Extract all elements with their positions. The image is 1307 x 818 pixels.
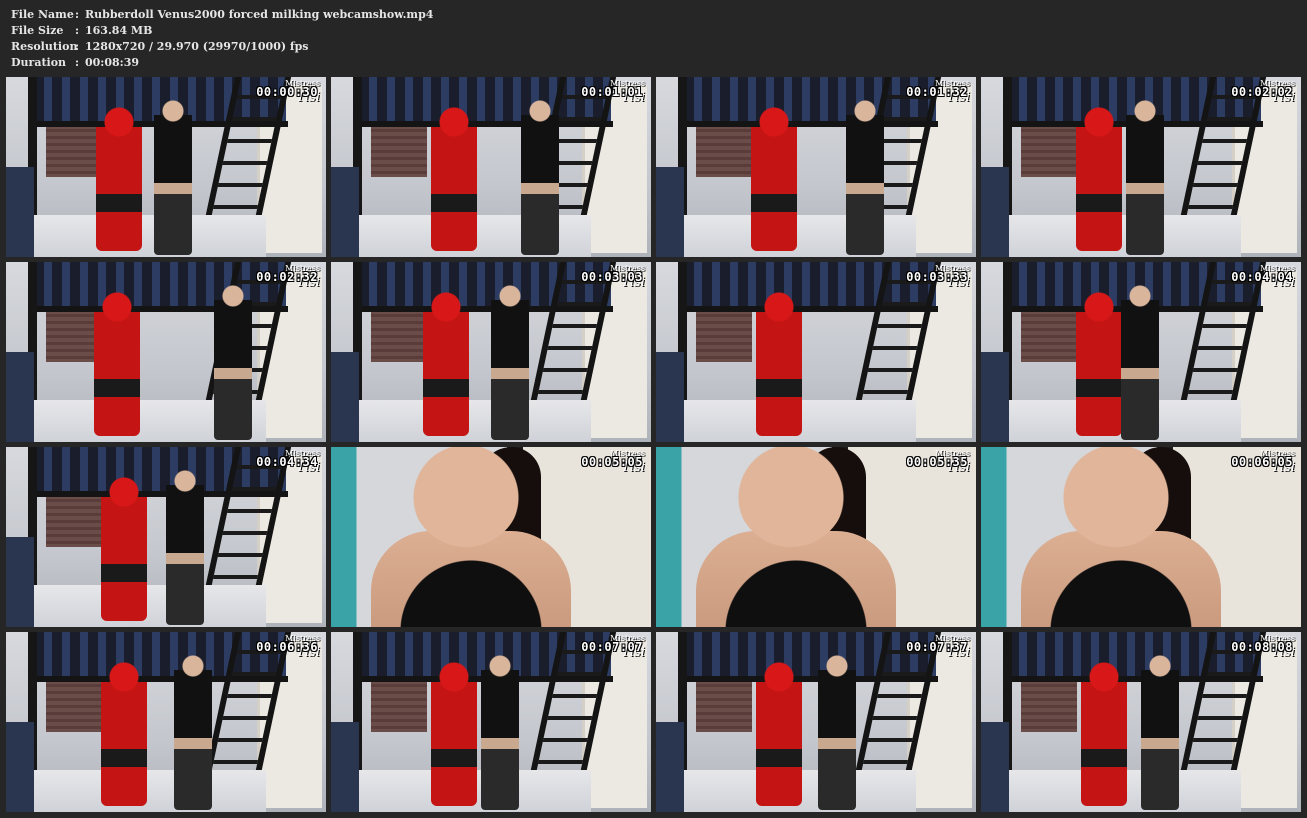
scene-pillow <box>981 722 1009 812</box>
video-thumbnail: Mistress Tisi 00:06:36 <box>6 632 326 812</box>
scene-person-red <box>431 101 477 251</box>
scene-person-red <box>423 286 469 436</box>
video-thumbnail: Mistress Tisi 00:04:04 <box>981 262 1301 442</box>
scene-pillow <box>981 352 1009 442</box>
thumbnail-timestamp: 00:06:05 <box>1231 455 1293 469</box>
info-value: 1280x720 / 29.970 (29970/1000) fps <box>85 40 309 53</box>
thumbnail-timestamp: 00:03:03 <box>581 270 643 284</box>
scene-person-red <box>1076 101 1122 251</box>
scene-pillow <box>331 352 359 442</box>
scene-person-red <box>1081 656 1127 806</box>
scene-person-dark <box>1121 280 1159 440</box>
info-value: 163.84 MB <box>85 24 153 37</box>
thumbnail-timestamp: 00:00:30 <box>256 85 318 99</box>
info-label: File Name <box>11 8 74 21</box>
video-thumbnail: Mistress Tisi 00:04:34 <box>6 447 326 627</box>
thumbnail-grid: Mistress Tisi 00:00:30 Mistress Tisi 00:01:01… <box>6 77 1301 812</box>
thumbnail-timestamp: 00:03:33 <box>906 270 968 284</box>
info-row-file-size: File Size : 163.84 MB <box>11 23 433 39</box>
scene-person-red <box>751 101 797 251</box>
video-thumbnail: Mistress Tisi 00:05:05 <box>331 447 651 627</box>
file-info-panel: File Name : Rubberdoll Venus2000 forced … <box>11 7 433 71</box>
video-thumbnail: Mistress Tisi 00:08:08 <box>981 632 1301 812</box>
thumbnail-timestamp: 00:08:08 <box>1231 640 1293 654</box>
scene-person-red <box>756 656 802 806</box>
info-row-duration: Duration : 00:08:39 <box>11 55 433 71</box>
scene-pillow <box>656 352 684 442</box>
info-value: Rubberdoll Venus2000 forced milking webc… <box>85 8 434 21</box>
thumbnail-timestamp: 00:05:35 <box>906 455 968 469</box>
info-value: 00:08:39 <box>85 56 140 69</box>
scene-person-red <box>1076 286 1122 436</box>
thumbnail-timestamp: 00:01:32 <box>906 85 968 99</box>
info-separator: : <box>75 8 80 21</box>
scene-person-dark <box>521 95 559 255</box>
scene-pillow <box>656 722 684 812</box>
info-label: Duration <box>11 56 67 69</box>
info-label: File Size <box>11 24 64 37</box>
video-thumbnail: Mistress Tisi 00:03:33 <box>656 262 976 442</box>
video-thumbnail: Mistress Tisi 00:05:35 <box>656 447 976 627</box>
info-separator: : <box>75 56 80 69</box>
scene-person-dark <box>491 280 529 440</box>
scene-pillow <box>331 722 359 812</box>
scene-person-dark <box>1126 95 1164 255</box>
scene-person-red <box>431 656 477 806</box>
scene-person-red <box>756 286 802 436</box>
thumbnail-timestamp: 00:02:02 <box>1231 85 1293 99</box>
video-thumbnail: Mistress Tisi 00:02:02 <box>981 77 1301 257</box>
video-thumbnail: Mistress Tisi 00:01:01 <box>331 77 651 257</box>
scene-pillow <box>331 167 359 257</box>
video-thumbnail: Mistress Tisi 00:03:03 <box>331 262 651 442</box>
scene-pillow <box>981 167 1009 257</box>
scene-person-red <box>94 286 140 436</box>
info-row-resolution: Resolution : 1280x720 / 29.970 (29970/10… <box>11 39 433 55</box>
scene-person-dark <box>154 95 192 255</box>
scene-person-dark <box>481 650 519 810</box>
video-thumbnail: Mistress Tisi 00:00:30 <box>6 77 326 257</box>
thumbnail-timestamp: 00:04:04 <box>1231 270 1293 284</box>
scene-person-red <box>96 101 142 251</box>
thumbnail-timestamp: 00:01:01 <box>581 85 643 99</box>
scene-person-dark <box>166 465 204 625</box>
scene-person-dark <box>174 650 212 810</box>
info-label: Resolution <box>11 40 78 53</box>
info-separator: : <box>75 24 80 37</box>
scene-person-dark <box>818 650 856 810</box>
thumbnail-timestamp: 00:07:37 <box>906 640 968 654</box>
video-thumbnail: Mistress Tisi 00:06:05 <box>981 447 1301 627</box>
scene-pillow <box>6 167 34 257</box>
scene-pillow <box>6 537 34 627</box>
video-thumbnail: Mistress Tisi 00:07:07 <box>331 632 651 812</box>
scene-person-dark <box>846 95 884 255</box>
scene-person-dark <box>1141 650 1179 810</box>
thumbnail-timestamp: 00:05:05 <box>581 455 643 469</box>
thumbnail-timestamp: 00:07:07 <box>581 640 643 654</box>
scene-pillow <box>6 352 34 442</box>
scene-pillow <box>6 722 34 812</box>
scene-pillow <box>656 167 684 257</box>
scene-person-red <box>101 656 147 806</box>
thumbnail-timestamp: 00:02:32 <box>256 270 318 284</box>
video-thumbnail: Mistress Tisi 00:02:32 <box>6 262 326 442</box>
scene-person-dark <box>214 280 252 440</box>
video-thumbnail: Mistress Tisi 00:07:37 <box>656 632 976 812</box>
scene-person-red <box>101 471 147 621</box>
thumbnail-timestamp: 00:04:34 <box>256 455 318 469</box>
info-row-file-name: File Name : Rubberdoll Venus2000 forced … <box>11 7 433 23</box>
info-separator: : <box>75 40 80 53</box>
thumbnail-timestamp: 00:06:36 <box>256 640 318 654</box>
video-thumbnail: Mistress Tisi 00:01:32 <box>656 77 976 257</box>
